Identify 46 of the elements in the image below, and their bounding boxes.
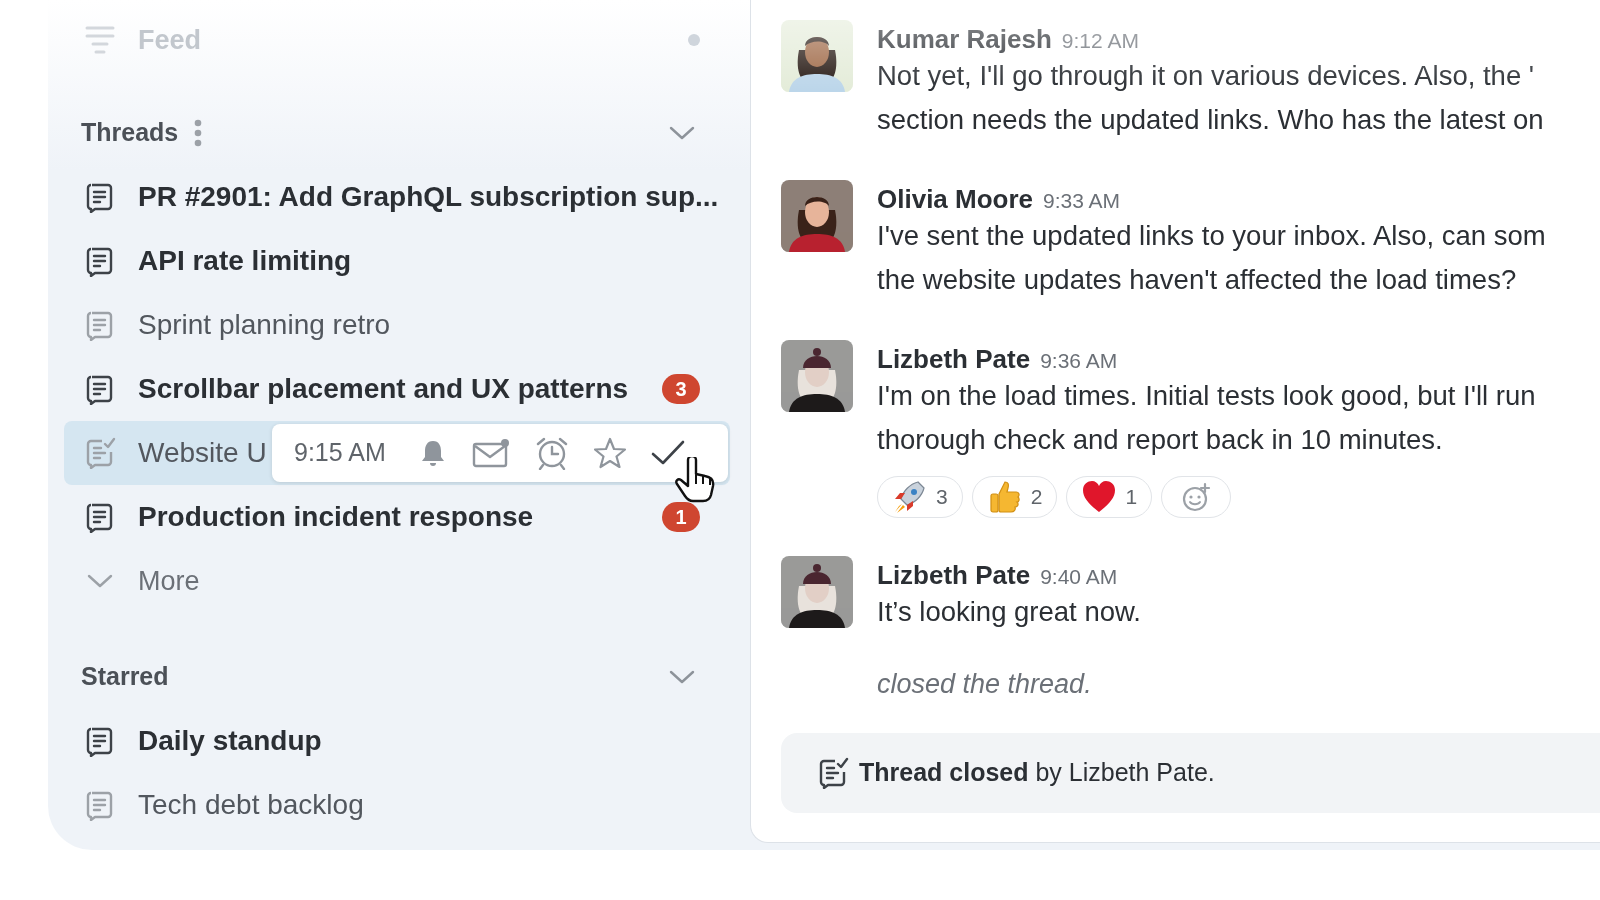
hand-cursor-icon [674, 457, 716, 503]
system-message: closed the thread. [877, 668, 1092, 701]
heart-icon [1081, 479, 1118, 515]
section-heading: Starred [81, 661, 169, 693]
author-name[interactable]: Lizbeth Pate [877, 556, 1031, 595]
message-text: I've sent the updated links to your inbox. Also, can som [877, 219, 1546, 253]
add-emoji-icon [1181, 482, 1212, 512]
thread-item[interactable]: Tech debt backlog [64, 773, 730, 837]
alarm-clock-icon[interactable] [534, 436, 569, 470]
message-time: 9:33 AM [1043, 188, 1121, 214]
message-text: the website updates haven't affected the load times? [877, 263, 1517, 297]
mail-icon[interactable] [471, 438, 510, 468]
star-icon[interactable] [593, 437, 626, 469]
message-text: thorough check and report back in 10 minutes. [877, 423, 1443, 457]
thread-item[interactable]: Production incident response 1 [64, 485, 730, 549]
closed-thread-icon [84, 437, 116, 469]
author-name[interactable]: Kumar Rajesh [877, 20, 1052, 59]
timestamp: 9:15 AM [294, 437, 386, 469]
thread-item[interactable]: PR #2901: Add GraphQL subscription sup... [64, 165, 730, 229]
more-button[interactable]: More [64, 549, 730, 613]
thread-item[interactable]: Daily standup [64, 709, 730, 773]
message-time: 9:36 AM [1040, 348, 1118, 374]
closed-thread-icon [817, 757, 849, 789]
section-heading: Threads [81, 117, 179, 149]
notice-text: Thread closed by Lizbeth Pate. [859, 757, 1215, 789]
author-name[interactable]: Olivia Moore [877, 180, 1034, 219]
add-reaction-button[interactable] [1161, 476, 1232, 518]
thread-item[interactable]: Scrollbar placement and UX patterns 3 [64, 357, 730, 421]
reaction-button[interactable]: 2 [971, 476, 1058, 518]
checkmark-icon[interactable] [650, 439, 685, 467]
rocket-icon [892, 479, 928, 515]
reaction-button[interactable]: 1 [1066, 476, 1153, 518]
count-badge: 3 [662, 374, 700, 404]
message-text: Not yet, I'll go through it on various devices. Also, the ' [877, 59, 1535, 93]
message-time: 9:40 AM [1040, 564, 1118, 590]
count-badge: 1 [662, 502, 700, 532]
thread-item[interactable]: Sprint planning retro [64, 293, 730, 357]
message-text: section needs the updated links. Who has the latest on [877, 103, 1544, 137]
author-name[interactable]: Lizbeth Pate [877, 340, 1031, 379]
message-text: I'm on the load times. Initial tests look good, but I'll run [877, 379, 1536, 413]
thread-item[interactable]: API rate limiting [64, 229, 730, 293]
message-time: 9:12 AM [1061, 28, 1139, 54]
message-text: It’s looking great now. [877, 595, 1141, 629]
reaction-button[interactable]: 3 [877, 476, 963, 518]
kebab-menu-icon[interactable] [194, 119, 203, 147]
feed-icon [84, 24, 116, 56]
